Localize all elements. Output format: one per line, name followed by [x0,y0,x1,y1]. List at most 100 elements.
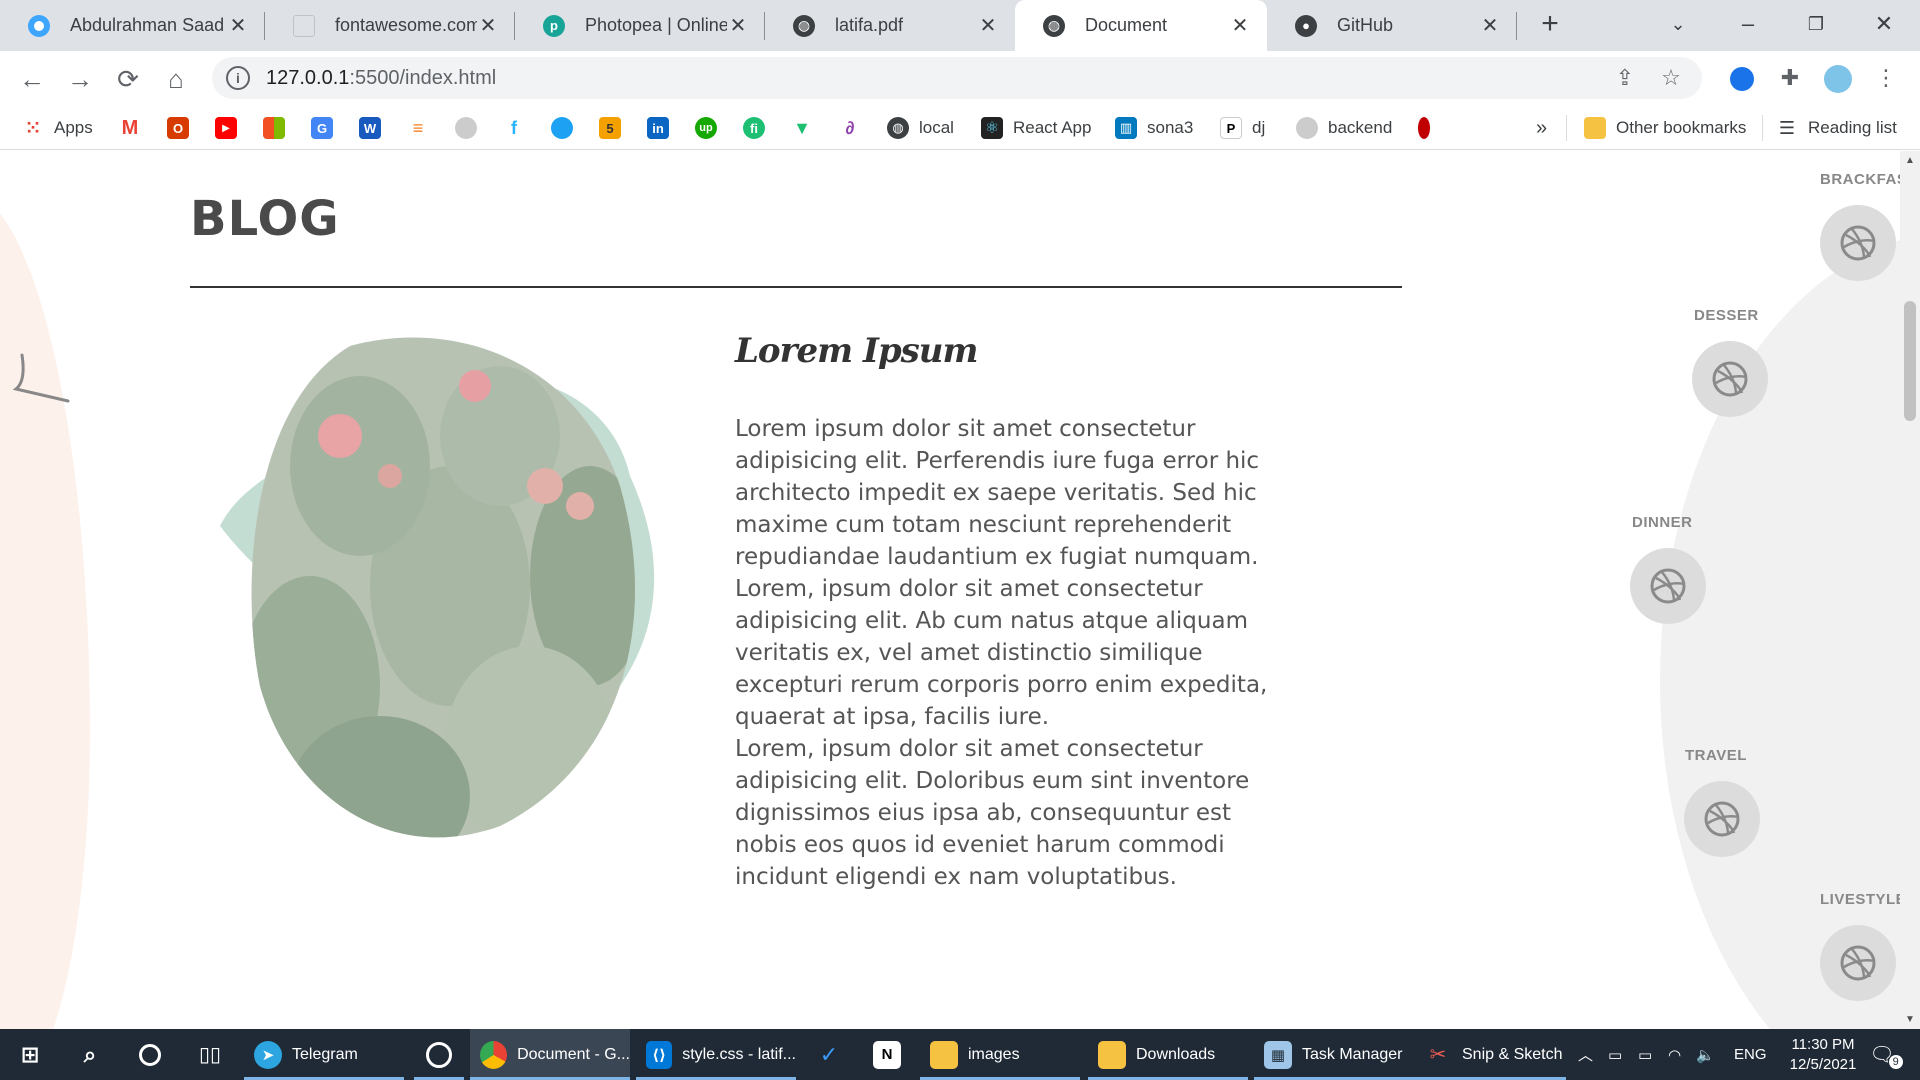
star-icon[interactable]: ☆ [1658,65,1684,91]
new-tab-button[interactable]: + [1532,6,1568,42]
bookmark-fiverr[interactable]: fi [743,115,765,141]
reading-list-button[interactable]: ☰ Reading list [1776,115,1897,141]
bookmark-label: backend [1328,118,1393,137]
category-dinner-button[interactable] [1630,548,1706,624]
bookmark-other-bookmarks[interactable]: Other bookmarks [1584,115,1746,141]
taskbar-cortana[interactable] [132,1029,168,1080]
bookmark-stackoverflow[interactable]: ≡ [407,115,429,141]
bookmark-red-dot[interactable] [1418,115,1430,141]
bookmark-react-app[interactable]: ⚛ React App [981,115,1091,141]
share-icon[interactable]: ⇪ [1612,65,1638,91]
profile-avatar[interactable] [1822,62,1854,94]
meet-now-icon[interactable]: ▭ [1608,1029,1622,1080]
bookmark-microsoft[interactable] [263,115,285,141]
wifi-icon[interactable]: ◠ [1668,1029,1681,1080]
tray-chevron-icon[interactable]: ︿ [1578,1029,1593,1080]
category-label-dinner: DINNER [1632,514,1693,531]
bookmark-office[interactable]: O [167,115,189,141]
tab-search-icon[interactable]: ⌄ [1658,6,1698,42]
bookmark-local[interactable]: ◍ local [887,115,954,141]
scrollbar-thumb[interactable] [1904,301,1916,421]
site-info-icon[interactable]: i [226,66,250,90]
forward-arrow-icon[interactable]: → [60,59,100,99]
category-travel-button[interactable] [1684,781,1760,857]
bookmark-dj[interactable]: P dj [1220,115,1265,141]
bookmark-youtube[interactable]: ▶ [215,115,237,141]
globe-icon: ◍ [793,14,815,37]
bookmark-translate[interactable]: G [311,115,333,141]
taskbar-obs[interactable] [414,1029,464,1080]
minimize-icon[interactable]: – [1728,6,1768,42]
extensions-puzzle-icon[interactable]: ✚ [1774,62,1806,94]
taskbar-telegram[interactable]: ➤ Telegram [244,1029,404,1080]
window-close-icon[interactable]: ✕ [1864,6,1904,42]
bookmark-swirl[interactable]: ∂ [839,115,861,141]
bookmark-vuetify[interactable]: ▼ [791,115,813,141]
category-desser-button[interactable] [1692,341,1768,417]
page-scrollbar[interactable]: ▲ ▼ [1900,151,1920,1029]
close-icon[interactable]: ✕ [227,13,249,38]
volume-icon[interactable]: 🔈 [1696,1029,1715,1080]
language-indicator[interactable]: ENG [1734,1029,1767,1080]
category-livestyle-button[interactable] [1820,925,1896,1001]
notification-center-button[interactable]: 🗨 9 [1866,1029,1906,1080]
url-text[interactable]: 127.0.0.1:5500/index.html [266,67,496,90]
battery-icon[interactable]: ▭ [1638,1029,1652,1080]
react-icon: ⚛ [981,117,1003,139]
bookmark-five[interactable]: 5 [599,115,621,141]
close-icon[interactable]: ✕ [727,13,749,38]
taskbar-downloads-folder[interactable]: Downloads [1088,1029,1248,1080]
back-arrow-icon[interactable]: ← [12,59,52,99]
home-icon[interactable]: ⌂ [156,59,196,99]
restore-icon[interactable]: ❐ [1796,6,1836,42]
reload-icon[interactable]: ⟳ [108,59,148,99]
bookmark-circle[interactable] [551,115,573,141]
bookmark-apps[interactable]: ⁙ Apps [22,115,92,141]
youtube-icon: ▶ [215,117,237,139]
scroll-down-arrow-icon[interactable]: ▼ [1904,1014,1916,1025]
tab-document[interactable]: ◍ Document ✕ [1015,0,1267,51]
taskbar-notion[interactable]: N [862,1029,912,1080]
taskbar-task-manager[interactable]: ▦ Task Manager [1254,1029,1414,1080]
tab-abdulrahman[interactable]: Abdulrahman Saad | ✕ [0,0,265,51]
category-label-brackfas: BRACKFAS [1820,171,1908,188]
start-button[interactable]: ⊞ [12,1029,48,1080]
close-icon[interactable]: ✕ [1229,13,1251,38]
task-manager-icon: ▦ [1264,1040,1292,1069]
category-brackfas-button[interactable] [1820,205,1896,281]
address-bar[interactable]: i 127.0.0.1:5500/index.html ⇪ ☆ [212,57,1702,99]
bookmark-freelancer[interactable]: f [503,115,525,141]
category-arc-background [1660,231,1920,1029]
swirl-icon: ∂ [845,117,855,138]
tab-fontawesome[interactable]: fontawesome.com ✕ [265,0,515,51]
taskbar-todo[interactable]: ✓ [804,1029,854,1080]
scroll-up-arrow-icon[interactable]: ▲ [1904,155,1916,166]
taskbar-snip-sketch[interactable]: ✂ Snip & Sketch [1414,1029,1566,1080]
github-icon: ● [1295,14,1317,37]
close-icon[interactable]: ✕ [477,13,499,38]
taskbar-search[interactable]: ⌕ [72,1029,108,1080]
bookmark-upwork[interactable]: up [695,115,717,141]
close-icon[interactable]: ✕ [977,13,999,38]
bookmark-linkedin[interactable]: in [647,115,669,141]
tab-github[interactable]: ● GitHub ✕ [1267,0,1517,51]
clock[interactable]: 11:30 PM 12/5/2021 [1778,1029,1868,1080]
bookmark-gmail[interactable]: M [119,115,141,141]
tab-photopea[interactable]: p Photopea | Online Ph ✕ [515,0,765,51]
taskbar-chrome[interactable]: Document - G... [470,1029,630,1080]
extension-globe-icon[interactable] [1726,62,1758,94]
bookmark-github[interactable] [455,115,477,141]
bookmark-backend[interactable]: backend [1296,115,1392,141]
taskbar-vscode[interactable]: ⟨⟩ style.css - latif... [636,1029,796,1080]
p-icon: P [1220,117,1242,139]
bookmark-sona3[interactable]: ▥ sona3 [1115,115,1193,141]
tab-latifa-pdf[interactable]: ◍ latifa.pdf ✕ [765,0,1015,51]
taskbar-task-view[interactable]: ▯▯ [192,1029,228,1080]
menu-kebab-icon[interactable]: ⋮ [1870,62,1902,94]
close-icon[interactable]: ✕ [1479,13,1501,38]
brush-stroke-decoration [12,353,70,403]
apps-grid-icon: ⁙ [25,117,41,138]
bookmark-word[interactable]: W [359,115,381,141]
bookmarks-overflow[interactable]: » [1536,115,1547,141]
taskbar-images-folder[interactable]: images [920,1029,1080,1080]
